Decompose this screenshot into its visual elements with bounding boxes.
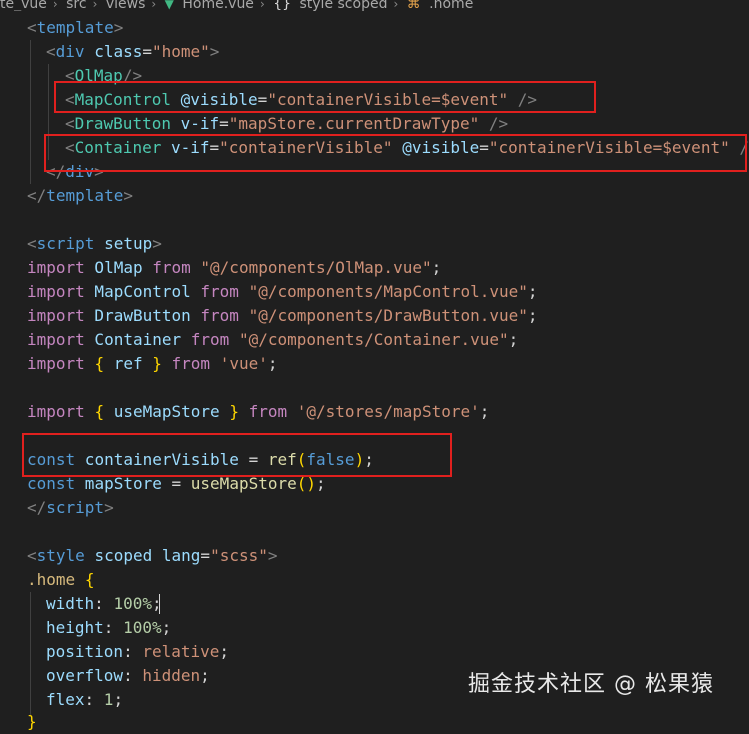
code-line: import OlMap from "@/components/OlMap.vu… [27, 258, 442, 277]
text-cursor [159, 594, 160, 614]
highlight-box-container [44, 134, 747, 172]
code-line: height: 100%; [46, 618, 172, 637]
breadcrumb-item-src[interactable]: src [66, 0, 86, 11]
breadcrumb-item-project[interactable]: te_vue [0, 0, 47, 11]
code-line: </template> [27, 186, 133, 205]
code-line: flex: 1; [46, 690, 124, 709]
chevron-right-icon: › [393, 0, 399, 11]
chevron-right-icon: › [92, 0, 98, 11]
code-line: width: 100%; [46, 594, 162, 613]
curly-braces-icon: {} [273, 0, 292, 11]
indent-guide [30, 592, 31, 715]
code-line: import Container from "@/components/Cont… [27, 330, 519, 349]
breadcrumb-item-file[interactable]: Home.vue [182, 0, 254, 11]
code-line: <div class="home"> [46, 42, 220, 61]
code-line: import MapControl from "@/components/Map… [27, 282, 538, 301]
breadcrumb-item-selector[interactable]: .home [429, 0, 473, 11]
code-line: </script> [27, 498, 114, 517]
code-line: <DrawButton v-if="mapStore.currentDrawTy… [65, 114, 509, 133]
code-editor[interactable]: <template> <div class="home"> <OlMap/> <… [0, 16, 749, 731]
highlight-box-ref [22, 433, 452, 477]
breadcrumb-item-views[interactable]: views [106, 0, 146, 11]
chevron-right-icon: › [259, 0, 265, 11]
code-line: <template> [27, 18, 124, 37]
code-line: } [27, 712, 37, 731]
selector-icon: ⌘ [406, 0, 421, 11]
code-line: position: relative; [46, 642, 230, 661]
vue-icon: ▼ [164, 0, 174, 11]
watermark: 掘金技术社区 @ 松果猿 [468, 672, 714, 697]
code-line: import DrawButton from "@/components/Dra… [27, 306, 538, 325]
code-line: import { useMapStore } from '@/stores/ma… [27, 402, 490, 421]
chevron-right-icon: › [52, 0, 58, 11]
code-line: <style scoped lang="scss"> [27, 546, 278, 565]
code-line: <script setup> [27, 234, 162, 253]
breadcrumb-item-style[interactable]: style scoped [299, 0, 387, 11]
code-line: import { ref } from 'vue'; [27, 354, 278, 373]
chevron-right-icon: › [151, 0, 157, 11]
code-line: .home { [27, 570, 95, 589]
breadcrumb: te_vue › src › views › ▼ Home.vue › {} style… [0, 0, 749, 11]
code-line: overflow: hidden; [46, 666, 210, 685]
highlight-box-mapcontrol [54, 81, 596, 113]
indent-guide [30, 40, 31, 184]
